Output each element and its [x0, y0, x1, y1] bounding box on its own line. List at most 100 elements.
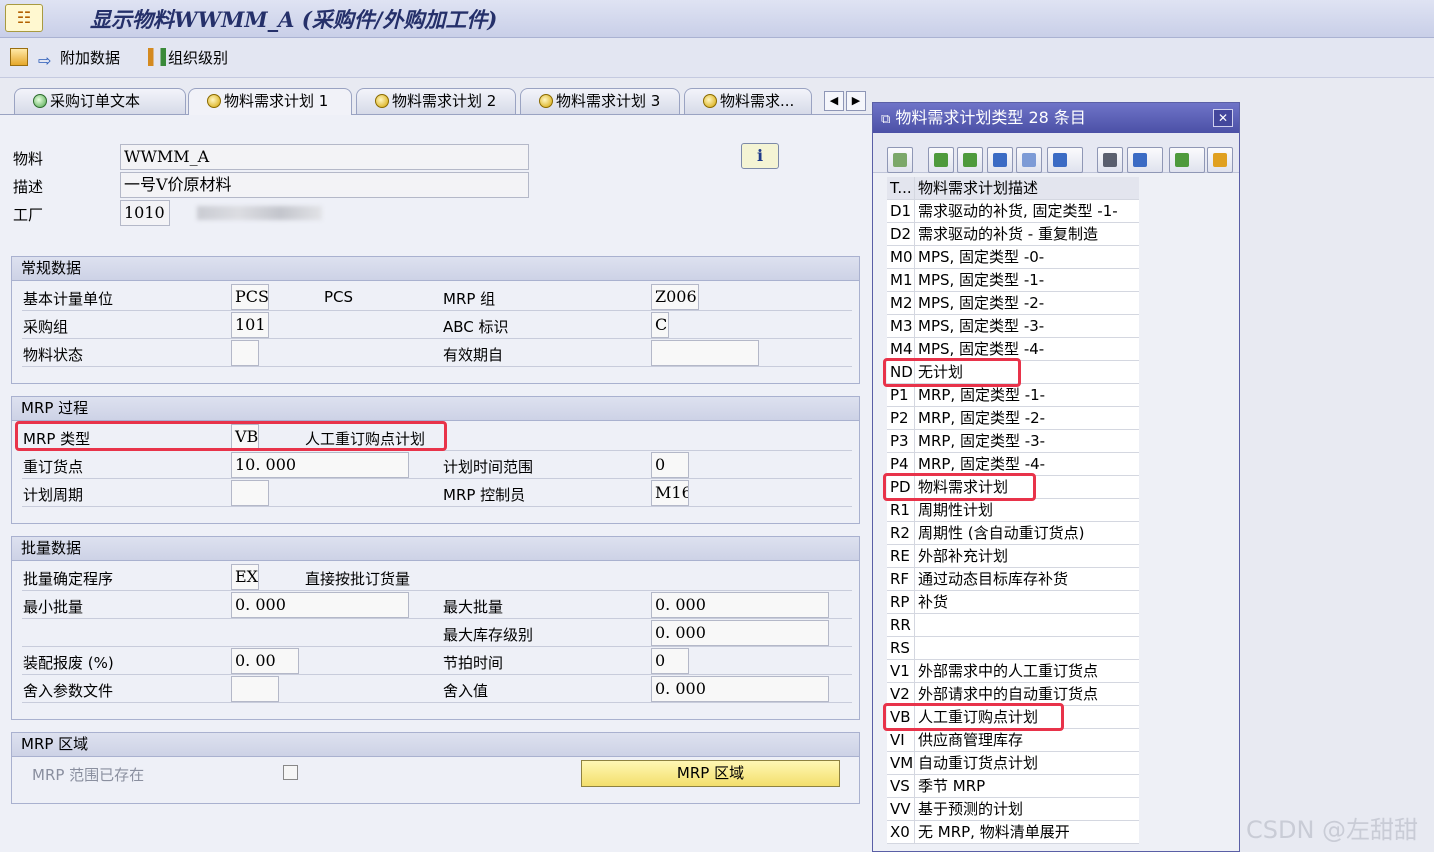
- table-row[interactable]: D1 需求驱动的补货, 固定类型 -1-: [887, 200, 1139, 223]
- table-row[interactable]: RF 通过动态目标库存补货: [887, 568, 1139, 591]
- material-field: WWMM_A: [120, 144, 529, 170]
- sort-descending-icon[interactable]: [957, 147, 983, 173]
- table-row[interactable]: RP 补货: [887, 591, 1139, 614]
- table-row[interactable]: P1 MRP, 固定类型 -1-: [887, 384, 1139, 407]
- mrp-controller-field[interactable]: M16: [651, 480, 689, 506]
- app-menu-icon[interactable]: ☷: [5, 4, 43, 32]
- row-code: RF: [887, 568, 915, 590]
- popup-title-bar: ⧉ 物料需求计划类型 28 条目: [873, 103, 1239, 133]
- reorder-point-label: 重订货点: [23, 458, 84, 476]
- table-row[interactable]: M1 MPS, 固定类型 -1-: [887, 269, 1139, 292]
- plant-label: 工厂: [13, 206, 44, 224]
- min-lot-label: 最小批量: [23, 598, 84, 616]
- choose-icon[interactable]: [887, 147, 913, 173]
- mrp-group-field[interactable]: Z006: [651, 284, 699, 310]
- tab-prev-icon[interactable]: ◀: [824, 91, 844, 111]
- row-code: RE: [887, 545, 915, 567]
- table-row[interactable]: P3 MRP, 固定类型 -3-: [887, 430, 1139, 453]
- additional-data-label: 附加数据: [60, 49, 121, 67]
- row-divider: [22, 366, 852, 367]
- table-row[interactable]: VI 供应商管理库存: [887, 729, 1139, 752]
- description-label: 描述: [13, 178, 44, 196]
- tab-mrp3[interactable]: 物料需求计划 3: [520, 88, 680, 114]
- close-icon[interactable]: ✕: [1213, 109, 1233, 127]
- valid-from-field[interactable]: [651, 340, 759, 366]
- column-header-type[interactable]: T...: [887, 177, 915, 199]
- mrp-area-exists-label: MRP 范围已存在: [32, 766, 145, 784]
- takt-time-field[interactable]: 0: [651, 648, 689, 674]
- rounding-profile-field[interactable]: [231, 676, 279, 702]
- mrp-area-exists-checkbox[interactable]: [283, 765, 298, 780]
- row-description: 无 MRP, 物料清单展开: [918, 823, 1070, 841]
- abc-field[interactable]: C: [651, 312, 669, 338]
- table-row[interactable]: RE 外部补充计划: [887, 545, 1139, 568]
- reorder-point-field[interactable]: 10. 000: [231, 452, 409, 478]
- print-icon[interactable]: [1097, 147, 1123, 173]
- layout-grid-icon[interactable]: [1207, 147, 1233, 173]
- org-levels-button[interactable]: 组织级别: [148, 47, 228, 71]
- table-row[interactable]: M2 MPS, 固定类型 -2-: [887, 292, 1139, 315]
- views-icon[interactable]: [1127, 147, 1163, 173]
- table-row[interactable]: RR: [887, 614, 1139, 637]
- assembly-scrap-label: 装配报废 (%): [23, 654, 114, 672]
- table-row[interactable]: D2 需求驱动的补货 - 重复制造: [887, 223, 1139, 246]
- rounding-value-field[interactable]: 0. 000: [651, 676, 829, 702]
- valid-from-label: 有效期自: [443, 346, 504, 364]
- column-header-description[interactable]: 物料需求计划描述: [916, 177, 1038, 199]
- table-row[interactable]: R1 周期性计划: [887, 499, 1139, 522]
- tab-next-icon[interactable]: ▶: [846, 91, 866, 111]
- material-status-field[interactable]: [231, 340, 259, 366]
- time-fence-field[interactable]: 0: [651, 452, 689, 478]
- status-ok-icon: [33, 94, 47, 108]
- table-row[interactable]: V1 外部需求中的人工重订货点: [887, 660, 1139, 683]
- table-row[interactable]: M3 MPS, 固定类型 -3-: [887, 315, 1139, 338]
- sort-ascending-icon[interactable]: [928, 147, 954, 173]
- row-code: VI: [887, 729, 915, 751]
- row-code: M4: [887, 338, 915, 360]
- row-code: R1: [887, 499, 915, 521]
- table-row[interactable]: P2 MRP, 固定类型 -2-: [887, 407, 1139, 430]
- lot-procedure-field[interactable]: EX: [231, 564, 259, 590]
- table-row[interactable]: X0 无 MRP, 物料清单展开: [887, 821, 1139, 844]
- table-row[interactable]: R2 周期性 (含自动重订货点): [887, 522, 1139, 545]
- row-code: VM: [887, 752, 915, 774]
- abc-label: ABC 标识: [443, 318, 509, 336]
- row-description: 需求驱动的补货, 固定类型 -1-: [918, 202, 1118, 220]
- max-lot-label: 最大批量: [443, 598, 504, 616]
- tab-mrp4[interactable]: 物料需求...: [684, 88, 812, 114]
- row-code: RP: [887, 591, 915, 613]
- table-row[interactable]: VV 基于预测的计划: [887, 798, 1139, 821]
- base-uom-field[interactable]: PCS: [231, 284, 269, 310]
- filter-icon[interactable]: [1047, 147, 1083, 173]
- export-icon[interactable]: [1169, 147, 1205, 173]
- find-next-icon[interactable]: [1016, 147, 1042, 173]
- table-row[interactable]: VM 自动重订货点计划: [887, 752, 1139, 775]
- planning-cycle-field[interactable]: [231, 480, 269, 506]
- row-description: MPS, 固定类型 -3-: [918, 317, 1045, 335]
- mrp-area-button[interactable]: MRP 区域: [581, 760, 840, 787]
- purch-group-label: 采购组: [23, 318, 69, 336]
- planning-cycle-label: 计划周期: [23, 486, 84, 504]
- additional-data-button[interactable]: ⇨ 附加数据: [38, 47, 120, 71]
- table-row[interactable]: M0 MPS, 固定类型 -0-: [887, 246, 1139, 269]
- max-stock-field[interactable]: 0. 000: [651, 620, 829, 646]
- table-row[interactable]: RS: [887, 637, 1139, 660]
- tab-mrp2[interactable]: 物料需求计划 2: [356, 88, 516, 114]
- row-code: R2: [887, 522, 915, 544]
- purch-group-field[interactable]: 101: [231, 312, 269, 338]
- save-variant-icon[interactable]: [10, 47, 30, 71]
- row-code: M1: [887, 269, 915, 291]
- row-description: 补货: [918, 593, 949, 611]
- row-divider: [22, 590, 852, 591]
- tab-mrp1[interactable]: 物料需求计划 1: [188, 88, 352, 115]
- max-lot-field[interactable]: 0. 000: [651, 592, 829, 618]
- find-icon[interactable]: [987, 147, 1013, 173]
- table-row[interactable]: VS 季节 MRP: [887, 775, 1139, 798]
- min-lot-field[interactable]: 0. 000: [231, 592, 409, 618]
- assembly-scrap-field[interactable]: 0. 00: [231, 648, 299, 674]
- time-fence-label: 计划时间范围: [443, 458, 534, 476]
- info-button[interactable]: i: [741, 143, 779, 169]
- row-description: MRP, 固定类型 -1-: [918, 386, 1046, 404]
- row-description: MPS, 固定类型 -4-: [918, 340, 1045, 358]
- tab-po-text[interactable]: 采购订单文本: [14, 88, 186, 114]
